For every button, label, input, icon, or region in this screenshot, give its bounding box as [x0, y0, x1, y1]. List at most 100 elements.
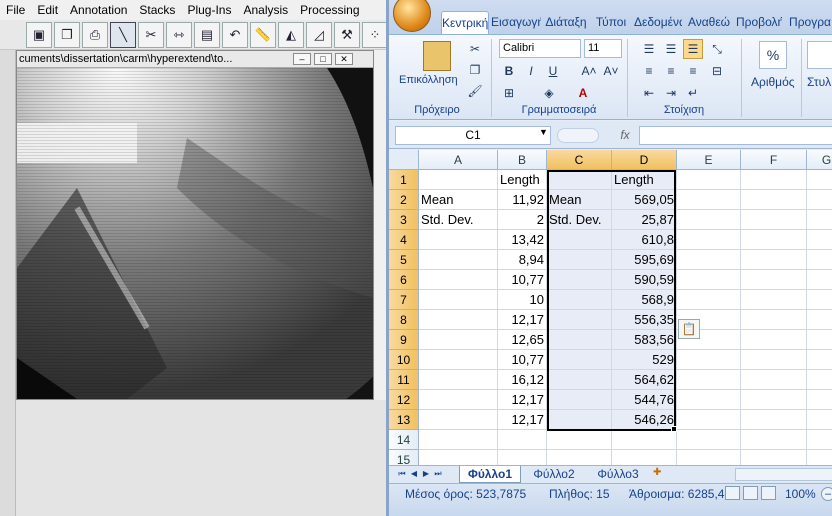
cell-a8[interactable]	[419, 310, 498, 330]
prev-sheet-icon[interactable]: ◀	[409, 467, 419, 481]
align-center-icon[interactable]: ≡	[661, 61, 681, 81]
cell-b6[interactable]: 10,77	[498, 270, 547, 290]
cell-d1[interactable]: Length	[612, 170, 677, 190]
grow-font-icon[interactable]: A˄	[579, 61, 599, 81]
cell-b13[interactable]: 12,17	[498, 410, 547, 430]
align-right-icon[interactable]: ≡	[683, 61, 703, 81]
styles-button[interactable]: Στυλ	[807, 75, 831, 89]
cell-c1[interactable]	[547, 170, 612, 190]
menu-analysis[interactable]: Analysis	[237, 3, 294, 17]
cell-f12[interactable]	[741, 390, 807, 410]
cell-c8[interactable]	[547, 310, 612, 330]
cell-f7[interactable]	[741, 290, 807, 310]
cell-b15[interactable]	[498, 450, 547, 465]
cell-g2[interactable]	[807, 190, 832, 210]
angle-icon[interactable]: ◿	[306, 21, 332, 48]
wrap-text-icon[interactable]: ↵	[683, 83, 703, 103]
select-all-corner[interactable]	[389, 150, 419, 170]
cell-b1[interactable]: Length	[498, 170, 547, 190]
cell-e4[interactable]	[677, 230, 741, 250]
cell-a3[interactable]: Std. Dev.	[419, 210, 498, 230]
cell-b11[interactable]: 16,12	[498, 370, 547, 390]
tab-review[interactable]: Αναθεώ	[686, 11, 732, 34]
tab-developer[interactable]: Προγρα	[787, 11, 832, 34]
column-header-c[interactable]: C	[547, 150, 612, 170]
first-sheet-icon[interactable]: ⏮	[397, 467, 407, 481]
cell-c10[interactable]	[547, 350, 612, 370]
paste-options-icon[interactable]: 📋	[678, 319, 700, 339]
cell-d2[interactable]: 569,05	[612, 190, 677, 210]
row-header[interactable]: 1	[389, 170, 419, 190]
cell-b9[interactable]: 12,65	[498, 330, 547, 350]
horizontal-scrollbar[interactable]	[735, 468, 832, 481]
line-tool-icon[interactable]: ╲	[110, 21, 136, 48]
cell-e1[interactable]	[677, 170, 741, 190]
maximize-button[interactable]: □	[314, 53, 332, 65]
cell-a7[interactable]	[419, 290, 498, 310]
cut-icon[interactable]: ✂	[465, 39, 485, 59]
cell-b12[interactable]: 12,17	[498, 390, 547, 410]
font-name-box[interactable]: Calibri	[499, 39, 581, 58]
points-icon[interactable]: ⁘	[362, 21, 388, 48]
cell-e2[interactable]	[677, 190, 741, 210]
row-header[interactable]: 4	[389, 230, 419, 250]
decrease-indent-icon[interactable]: ⇤	[639, 83, 659, 103]
cell-d7[interactable]: 568,9	[612, 290, 677, 310]
cell-c5[interactable]	[547, 250, 612, 270]
cell-e7[interactable]	[677, 290, 741, 310]
italic-icon[interactable]: I	[521, 61, 541, 81]
row-header[interactable]: 15	[389, 450, 419, 465]
cell-f1[interactable]	[741, 170, 807, 190]
print-icon[interactable]: ⎙	[82, 21, 108, 48]
cell-c13[interactable]	[547, 410, 612, 430]
cell-f13[interactable]	[741, 410, 807, 430]
cell-b8[interactable]: 12,17	[498, 310, 547, 330]
cell-d11[interactable]: 564,62	[612, 370, 677, 390]
chevron-down-icon[interactable]: ▼	[539, 127, 548, 137]
font-color-icon[interactable]: A	[573, 83, 593, 103]
cell-c9[interactable]	[547, 330, 612, 350]
orientation-icon[interactable]: ⤡	[707, 39, 727, 59]
fill-handle[interactable]	[671, 426, 677, 432]
formula-bar-handle[interactable]	[557, 128, 599, 143]
cell-g14[interactable]	[807, 430, 832, 450]
cell-e12[interactable]	[677, 390, 741, 410]
cell-d3[interactable]: 25,87	[612, 210, 677, 230]
number-format-button[interactable]: %	[759, 41, 787, 69]
row-header[interactable]: 7	[389, 290, 419, 310]
cell-c11[interactable]	[547, 370, 612, 390]
fill-color-icon[interactable]: ◈	[539, 83, 559, 103]
cell-b14[interactable]	[498, 430, 547, 450]
cell-a6[interactable]	[419, 270, 498, 290]
cell-d12[interactable]: 544,76	[612, 390, 677, 410]
next-sheet-icon[interactable]: ▶	[421, 467, 431, 481]
row-header[interactable]: 8	[389, 310, 419, 330]
styles-icon[interactable]	[807, 41, 832, 69]
cell-d4[interactable]: 610,8	[612, 230, 677, 250]
increase-indent-icon[interactable]: ⇥	[661, 83, 681, 103]
row-header[interactable]: 9	[389, 330, 419, 350]
cell-e5[interactable]	[677, 250, 741, 270]
cell-g12[interactable]	[807, 390, 832, 410]
cell-c14[interactable]	[547, 430, 612, 450]
cell-d10[interactable]: 529	[612, 350, 677, 370]
menu-annotation[interactable]: Annotation	[64, 3, 133, 17]
row-header[interactable]: 11	[389, 370, 419, 390]
tab-home[interactable]: Κεντρική	[441, 11, 489, 34]
merge-icon[interactable]: ⊟	[707, 61, 727, 81]
cell-c3[interactable]: Std. Dev.	[547, 210, 612, 230]
bold-icon[interactable]: B	[499, 61, 519, 81]
font-size-box[interactable]: 11	[584, 39, 622, 58]
align-middle-icon[interactable]: ☰	[661, 39, 681, 59]
cell-c15[interactable]	[547, 450, 612, 465]
cell-a15[interactable]	[419, 450, 498, 465]
number-group-label[interactable]: Αριθμός	[751, 75, 795, 89]
ruler-icon[interactable]: 📏	[250, 21, 276, 48]
cell-f11[interactable]	[741, 370, 807, 390]
cell-f15[interactable]	[741, 450, 807, 465]
page-break-view-icon[interactable]	[761, 486, 776, 500]
cell-g3[interactable]	[807, 210, 832, 230]
cell-e10[interactable]	[677, 350, 741, 370]
last-sheet-icon[interactable]: ⏭	[433, 467, 443, 481]
cell-c6[interactable]	[547, 270, 612, 290]
